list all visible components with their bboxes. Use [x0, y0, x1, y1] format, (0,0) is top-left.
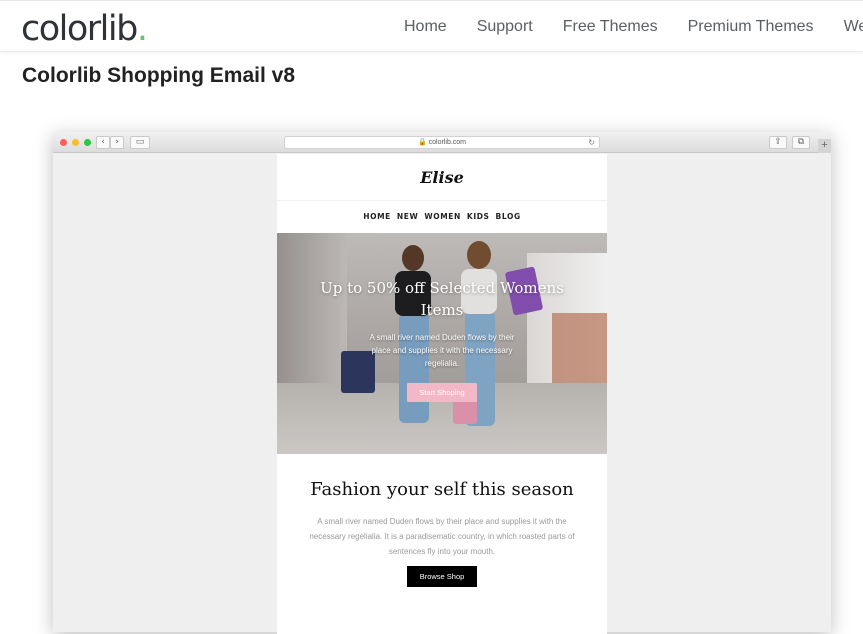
new-tab-icon: + [818, 139, 831, 153]
logo-text[interactable]: colorlib [21, 9, 138, 49]
site-header: colorlib. Home Support Free Themes Premi… [0, 0, 863, 52]
email-nav-kids: KIDS [466, 212, 490, 221]
divider [277, 200, 607, 201]
browser-toolbar: ‹ › ▭ 🔒 colorlib.com ↻ ⇪ ⧉ + [53, 132, 831, 153]
close-dot-icon [60, 139, 67, 146]
start-shopping-button: Start Shoping [407, 383, 477, 402]
minimize-dot-icon [72, 139, 79, 146]
email-nav-home: HOME [363, 212, 391, 221]
email-template: Elise HOME NEW WOMEN KIDS BLOG Up to 50%… [277, 154, 607, 634]
hero-image: Up to 50% off Selected Womens Items A sm… [277, 233, 607, 454]
url-text: colorlib.com [428, 139, 467, 146]
reload-icon: ↻ [588, 138, 595, 147]
hero-title: Up to 50% off Selected Womens Items [320, 279, 564, 319]
maximize-dot-icon [84, 139, 91, 146]
forward-icon: › [110, 136, 124, 149]
email-nav-new: NEW [396, 212, 419, 221]
sidebar-icon: ▭ [130, 136, 150, 149]
hero-text: A small river named Duden flows by their… [369, 333, 515, 368]
email-brand: Elise [420, 168, 464, 187]
page-title: Colorlib Shopping Email v8 [22, 64, 296, 87]
site-nav: Home Support Free Themes Premium Themes … [404, 1, 863, 53]
nav-home[interactable]: Home [404, 18, 447, 36]
nav-premium-themes[interactable]: Premium Themes [688, 18, 814, 36]
tabs-icon: ⧉ [792, 136, 810, 149]
nav-web[interactable]: Web [844, 18, 863, 36]
back-icon: ‹ [96, 136, 110, 149]
nav-support[interactable]: Support [477, 18, 533, 36]
logo-dot: . [136, 9, 148, 49]
section-text: A small river named Duden flows by their… [309, 517, 575, 556]
colorlib-logo[interactable]: colorlib. [21, 9, 148, 49]
email-nav: HOME NEW WOMEN KIDS BLOG [277, 212, 607, 221]
url-field: 🔒 colorlib.com ↻ [284, 136, 600, 149]
share-icon: ⇪ [769, 136, 787, 149]
lock-icon: 🔒 [417, 139, 427, 146]
email-nav-blog: BLOG [495, 212, 521, 221]
email-nav-women: WOMEN [424, 212, 461, 221]
browser-mockup: ‹ › ▭ 🔒 colorlib.com ↻ ⇪ ⧉ + Elise HOME … [53, 132, 831, 634]
nav-free-themes[interactable]: Free Themes [563, 18, 658, 36]
browse-shop-button: Browse Shop [407, 566, 477, 587]
section-title: Fashion your self this season [310, 479, 574, 500]
